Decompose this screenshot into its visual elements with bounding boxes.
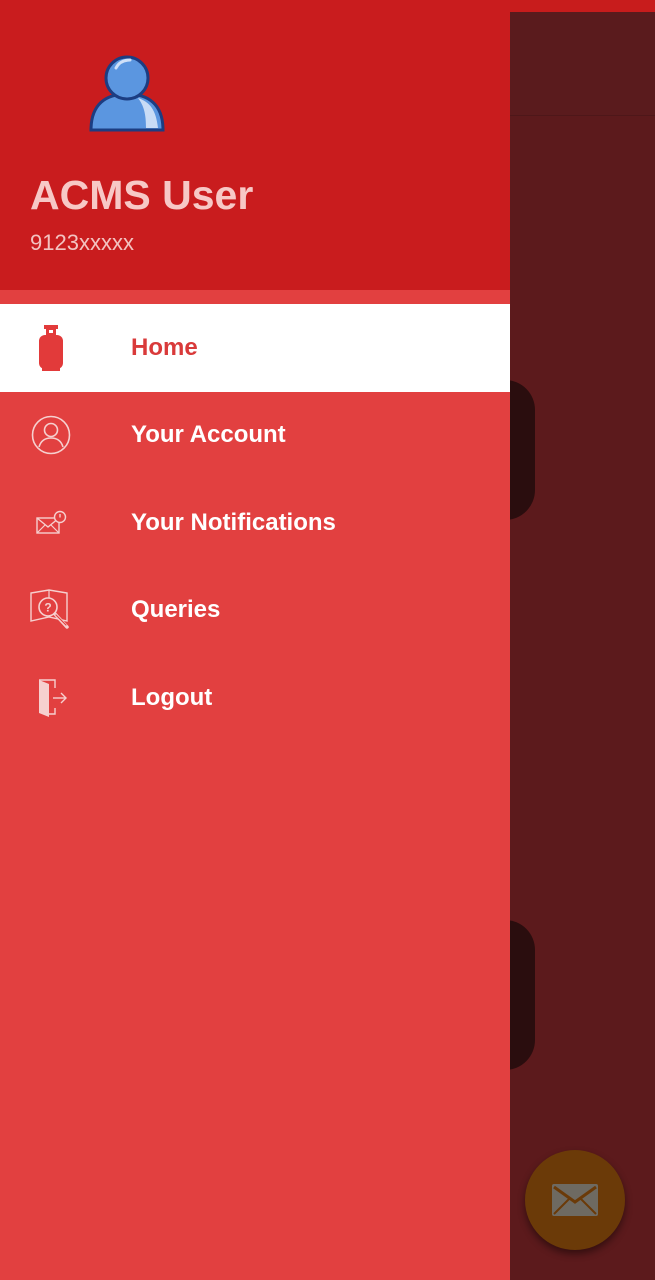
gas-cylinder-icon	[28, 324, 74, 371]
menu-item-label: Your Account	[131, 421, 286, 449]
svg-text:?: ?	[44, 601, 51, 615]
drawer-header: ACMS User 9123xxxxx	[0, 0, 510, 290]
menu-item-home[interactable]: Home	[0, 304, 510, 392]
menu-item-label: Home	[131, 333, 198, 361]
user-circle-icon	[28, 412, 74, 458]
menu-item-label: Your Notifications	[131, 508, 336, 536]
drawer-menu: Home Your Account Your Notifications ? Q…	[0, 304, 510, 742]
menu-item-logout[interactable]: Logout	[0, 654, 510, 742]
search-question-icon: ?	[28, 587, 74, 633]
user-name: ACMS User	[30, 172, 254, 218]
menu-item-your-notifications[interactable]: Your Notifications	[0, 479, 510, 567]
menu-item-label: Logout	[131, 683, 213, 711]
user-avatar-icon	[89, 55, 165, 132]
menu-item-your-account[interactable]: Your Account	[0, 392, 510, 480]
menu-item-queries[interactable]: ? Queries	[0, 567, 510, 655]
user-phone: 9123xxxxx	[30, 230, 134, 255]
navigation-drawer: ACMS User 9123xxxxx Home Your Account Yo…	[0, 0, 510, 1280]
menu-item-label: Queries	[131, 596, 221, 624]
logout-door-icon	[28, 675, 74, 721]
app-screen: ACMS User 9123xxxxx Home Your Account Yo…	[0, 0, 655, 1280]
compose-fab-button[interactable]	[525, 1150, 625, 1250]
envelope-icon	[552, 1184, 598, 1216]
mail-notification-icon	[28, 500, 74, 546]
